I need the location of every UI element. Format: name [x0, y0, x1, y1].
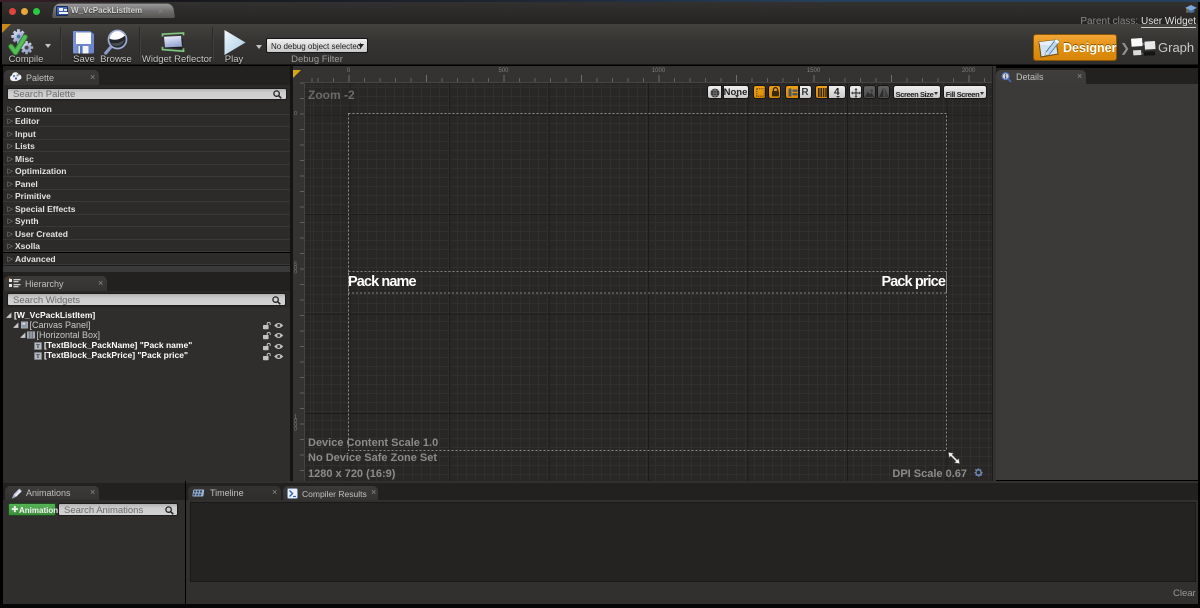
svg-text:i: i	[1005, 73, 1007, 80]
